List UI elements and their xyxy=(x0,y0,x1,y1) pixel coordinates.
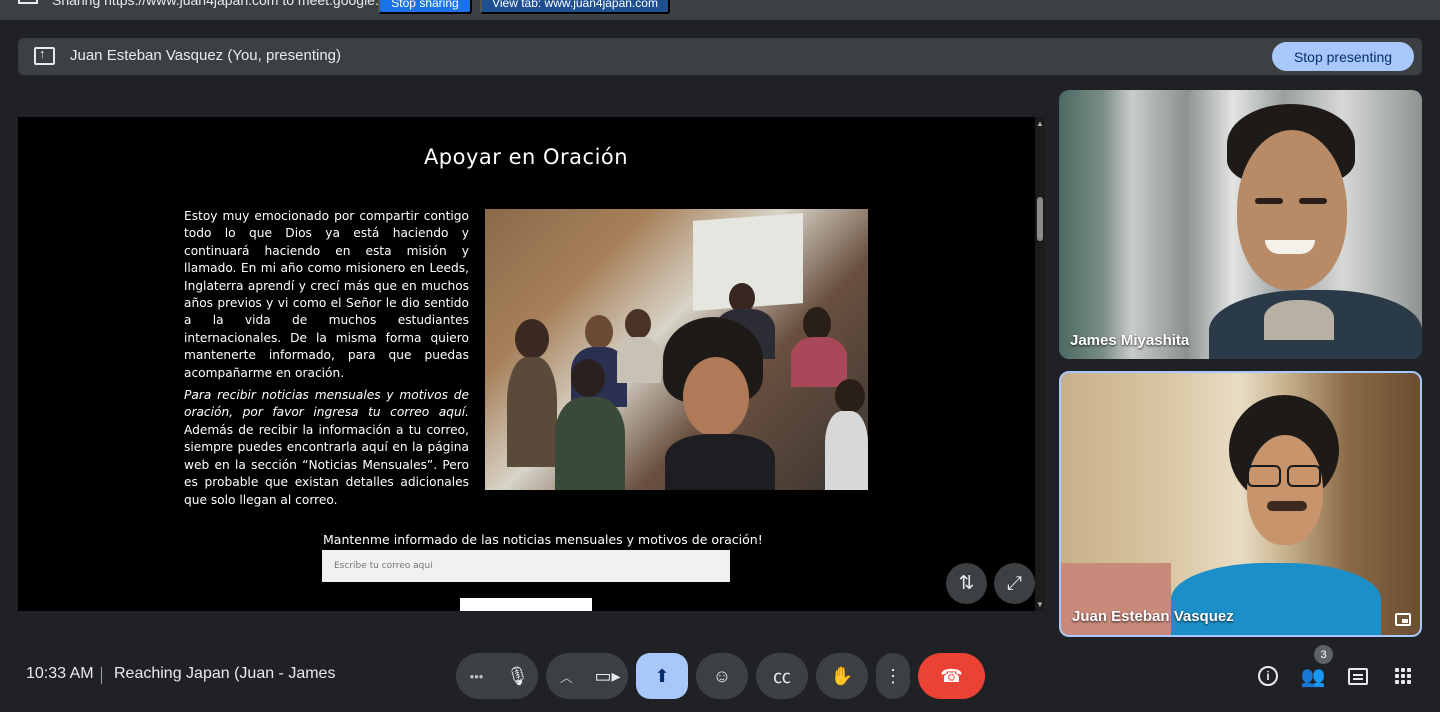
paragraph-italic: Para recibir noticias mensuales y motivo… xyxy=(184,388,469,420)
mic-icon[interactable]: 🎙 xyxy=(497,653,538,699)
group-photo xyxy=(485,209,868,490)
people-icon[interactable]: 👥 xyxy=(1298,661,1328,691)
participant-name: James Miyashita xyxy=(1070,332,1190,349)
swap-icon[interactable]: ⇅ xyxy=(946,563,987,604)
screen-share-icon xyxy=(18,0,38,4)
page-title: Apoyar en Oración xyxy=(423,145,629,169)
chevron-up-icon[interactable]: ︿ xyxy=(546,653,587,699)
scroll-up-icon[interactable]: ▲ xyxy=(1036,119,1044,128)
more-vert-icon[interactable]: ⋮ xyxy=(876,653,910,699)
sharing-text: Sharing https://www.juan4japan.com to me… xyxy=(52,0,406,8)
end-call-icon[interactable]: ☎ xyxy=(918,653,985,699)
shared-screen: Apoyar en Oración Estoy muy emocionado p… xyxy=(18,117,1045,611)
sharing-bar: Sharing https://www.juan4japan.com to me… xyxy=(0,0,1440,20)
emoji-icon[interactable]: ☺ xyxy=(696,653,748,699)
stop-presenting-button[interactable]: Stop presenting xyxy=(1272,42,1414,71)
fullscreen-icon[interactable]: ⤢ xyxy=(994,563,1035,604)
camera-icon[interactable]: ▭▸ xyxy=(587,653,628,699)
raise-hand-icon[interactable]: ✋ xyxy=(816,653,868,699)
body-text: Estoy muy emocionado por compartir conti… xyxy=(184,208,469,514)
view-tab-button[interactable]: View tab: www.juan4japan.com xyxy=(480,0,670,14)
signup-label: Mantenme informado de las noticias mensu… xyxy=(323,532,763,547)
stop-sharing-button[interactable]: Stop sharing xyxy=(378,0,472,14)
paragraph-intro: Estoy muy emocionado por compartir conti… xyxy=(184,209,469,380)
participant-tile-james[interactable]: James Miyashita xyxy=(1059,90,1422,359)
scrollbar[interactable]: ▲ ▼ xyxy=(1035,117,1045,611)
info-icon[interactable]: i xyxy=(1253,661,1283,691)
scroll-down-icon[interactable]: ▼ xyxy=(1036,600,1044,609)
submit-button[interactable] xyxy=(460,598,592,611)
participant-tile-juan[interactable]: Juan Esteban Vasquez xyxy=(1059,371,1422,637)
meeting-name: Reaching Japan (Juan - James xyxy=(114,665,336,682)
captions-icon[interactable]: ㏄ xyxy=(756,653,808,699)
present-screen-icon[interactable]: ⬆ xyxy=(636,653,688,699)
more-horiz-icon[interactable]: ••• xyxy=(456,653,497,699)
presenting-text: Juan Esteban Vasquez (You, presenting) xyxy=(70,47,342,64)
chat-icon[interactable] xyxy=(1343,661,1373,691)
camera-control-group: ︿ ▭▸ xyxy=(546,653,628,699)
paragraph-rest: Además de recibir la información a tu co… xyxy=(184,422,469,507)
pip-icon[interactable] xyxy=(1395,613,1411,626)
activities-icon[interactable] xyxy=(1388,661,1418,691)
mic-control-group: ••• 🎙 xyxy=(456,653,538,699)
email-input[interactable] xyxy=(322,550,730,582)
present-icon xyxy=(34,46,55,65)
scrollbar-thumb[interactable] xyxy=(1037,197,1043,241)
meeting-time: 10:33 AM xyxy=(26,665,94,682)
participant-name: Juan Esteban Vasquez xyxy=(1072,608,1234,625)
paragraph-signup-info: Para recibir noticias mensuales y motivo… xyxy=(184,387,469,509)
presenting-banner: Juan Esteban Vasquez (You, presenting) S… xyxy=(18,38,1422,75)
divider xyxy=(101,667,102,684)
people-count-badge: 3 xyxy=(1314,645,1333,664)
